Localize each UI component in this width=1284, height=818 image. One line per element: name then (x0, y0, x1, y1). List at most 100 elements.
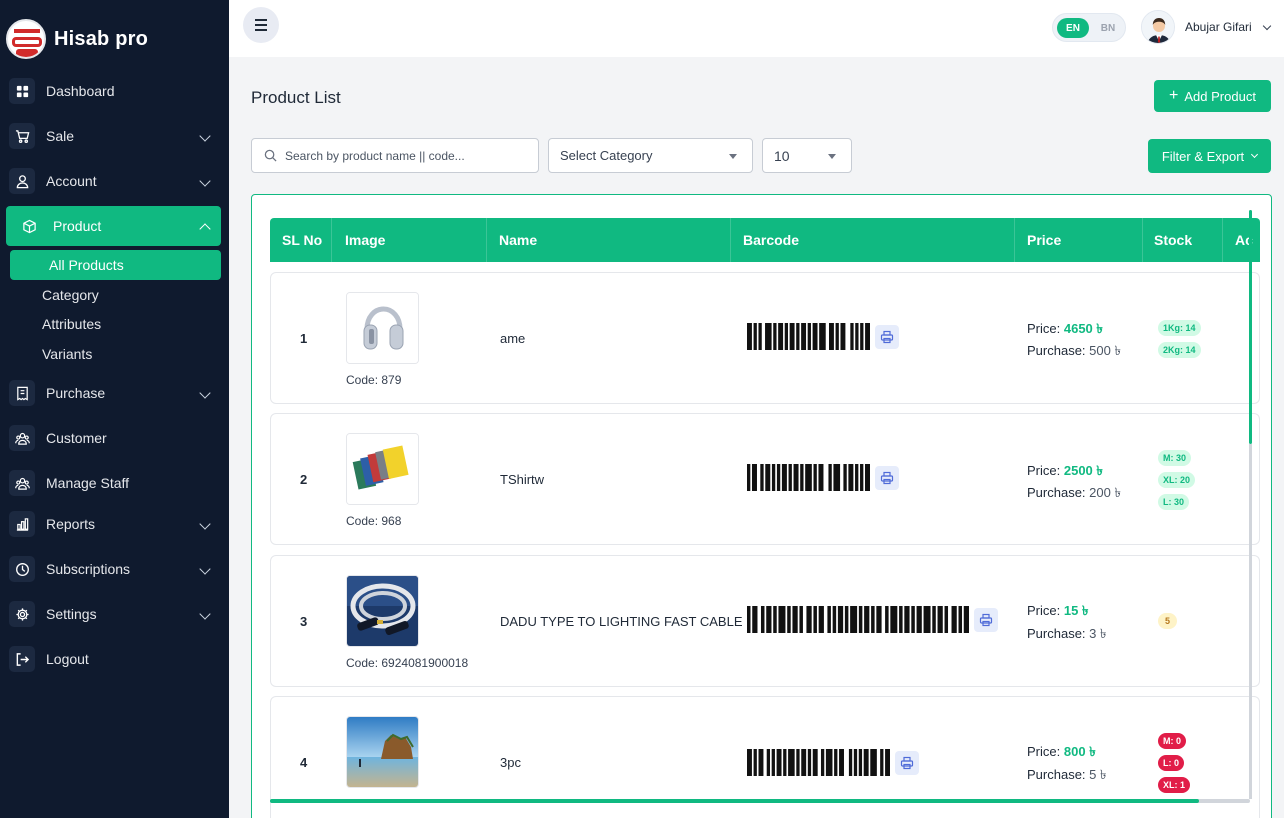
table-row: 3 Code: 6924081900018 DADU TYPE TO LIGHT… (270, 555, 1260, 687)
chevron-down-icon (199, 518, 211, 530)
box-icon (16, 213, 42, 239)
code-label: Code: (346, 656, 379, 670)
purchase-value: 3 ৳ (1089, 626, 1107, 641)
chevron-down-icon (199, 130, 211, 142)
print-barcode-button[interactable] (875, 325, 899, 349)
product-code: Code: 879 (346, 373, 401, 387)
header-sl-no: SL No (282, 232, 323, 248)
price-line: Price: 2500 ৳ (1027, 462, 1103, 483)
brand-name: Hisab pro (54, 27, 149, 50)
language-toggle[interactable]: EN BN (1052, 13, 1126, 42)
brand-logo (6, 19, 46, 59)
sidebar-item-dashboard[interactable]: Dashboard (6, 72, 221, 110)
sidebar-subitem-variants[interactable]: Variants (42, 346, 92, 362)
chevron-down-icon (1251, 150, 1259, 159)
sidebar-item-purchase[interactable]: Purchase (6, 374, 221, 412)
printer-icon (880, 330, 894, 344)
printer-icon (979, 613, 993, 627)
product-image-cable[interactable] (346, 575, 419, 647)
dashboard-icon (9, 78, 35, 104)
cart-icon (9, 123, 35, 149)
search-icon (264, 149, 277, 162)
barcode (747, 606, 969, 633)
category-select[interactable]: Select Category (548, 138, 753, 173)
sidebar-item-customer[interactable]: Customer (6, 419, 221, 457)
purchase-value: 200 ৳ (1089, 485, 1121, 500)
chevron-down-icon (199, 175, 211, 187)
product-name: DADU TYPE TO LIGHTING FAST CABLE (500, 614, 743, 629)
row-sl-no: 3 (300, 614, 308, 629)
printer-icon (900, 756, 914, 770)
product-image-beach[interactable] (346, 716, 419, 788)
product-image-folders[interactable] (346, 433, 419, 505)
search-box[interactable] (251, 138, 539, 173)
product-image-headphones[interactable] (346, 292, 419, 364)
avatar[interactable] (1141, 10, 1175, 44)
sidebar-subitem-all-products[interactable]: All Products (10, 250, 221, 280)
sidebar-item-label: Customer (46, 430, 107, 446)
page-title: Product List (251, 88, 341, 107)
print-barcode-button[interactable] (895, 751, 919, 775)
sidebar-item-label: Logout (46, 651, 89, 667)
lang-bn-option[interactable]: BN (1094, 18, 1122, 38)
product-code: Code: 6924081900018 (346, 656, 468, 670)
caret-down-icon (729, 154, 737, 159)
horizontal-scrollbar-thumb[interactable] (270, 799, 1199, 803)
sidebar-item-reports[interactable]: Reports (6, 505, 221, 543)
sidebar-item-manage-staff[interactable]: Manage Staff (6, 464, 221, 502)
code-value: 968 (381, 514, 402, 528)
sidebar-item-sale[interactable]: Sale (6, 117, 221, 155)
receipt-icon (9, 380, 35, 406)
sidebar-item-logout[interactable]: Logout (6, 640, 221, 678)
sidebar-item-product[interactable]: Product (6, 206, 221, 246)
user-icon (9, 168, 35, 194)
row-sl-no: 2 (300, 472, 308, 487)
code-value: 879 (381, 373, 402, 387)
price-value: 800 ৳ (1063, 744, 1096, 759)
search-input[interactable] (285, 148, 525, 163)
header-barcode: Barcode (743, 232, 800, 248)
purchase-value: 500 ৳ (1089, 343, 1121, 358)
code-value: 6924081900018 (381, 656, 469, 670)
vertical-scrollbar-thumb[interactable] (1249, 210, 1252, 444)
purchase-line: Purchase: 3 ৳ (1027, 625, 1107, 646)
price-line: Price: 800 ৳ (1027, 743, 1096, 764)
gear-icon (9, 601, 35, 627)
per-page-select[interactable]: 10 (762, 138, 852, 173)
purchase-label: Purchase: (1027, 343, 1086, 358)
print-barcode-button[interactable] (974, 608, 998, 632)
purchase-label: Purchase: (1027, 485, 1086, 500)
product-name: TShirtw (500, 472, 545, 487)
print-barcode-button[interactable] (875, 466, 899, 490)
sidebar-item-settings[interactable]: Settings (6, 595, 221, 633)
purchase-line: Purchase: 500 ৳ (1027, 342, 1121, 363)
stock-badge: 5 (1158, 613, 1178, 629)
stock-badge: L: 0 (1158, 755, 1185, 771)
stock-badge: XL: 1 (1158, 777, 1191, 793)
code-label: Code: (346, 373, 379, 387)
sidebar-item-label: Purchase (46, 385, 106, 401)
sidebar-item-subscriptions[interactable]: Subscriptions (6, 550, 221, 588)
code-label: Code: (346, 514, 379, 528)
staff-icon (9, 470, 35, 496)
row-sl-no: 4 (300, 755, 308, 770)
user-name[interactable]: Abujar Gifari (1185, 20, 1252, 34)
chevron-down-icon[interactable] (1262, 21, 1272, 31)
filter-export-button[interactable]: Filter & Export (1148, 139, 1271, 173)
price-value: 4650 ৳ (1063, 321, 1103, 336)
sidebar-subitem-attributes[interactable]: Attributes (42, 316, 101, 332)
lang-en-option[interactable]: EN (1057, 18, 1089, 38)
sidebar-subitem-category[interactable]: Category (42, 287, 99, 303)
stock-badge: M: 30 (1158, 450, 1192, 466)
brand[interactable]: Hisab pro (0, 0, 229, 78)
hamburger-menu-icon[interactable] (243, 7, 279, 43)
row-sl-no: 1 (300, 331, 308, 346)
price-line: Price: 4650 ৳ (1027, 320, 1103, 341)
add-product-label: Add Product (1184, 88, 1256, 104)
add-product-button[interactable]: + Add Product (1154, 80, 1271, 112)
header-price: Price (1027, 232, 1062, 248)
barcode (747, 749, 890, 776)
sidebar-item-account[interactable]: Account (6, 162, 221, 200)
stock-badge: M: 0 (1158, 733, 1186, 749)
vertical-scrollbar-track[interactable] (1249, 444, 1252, 799)
